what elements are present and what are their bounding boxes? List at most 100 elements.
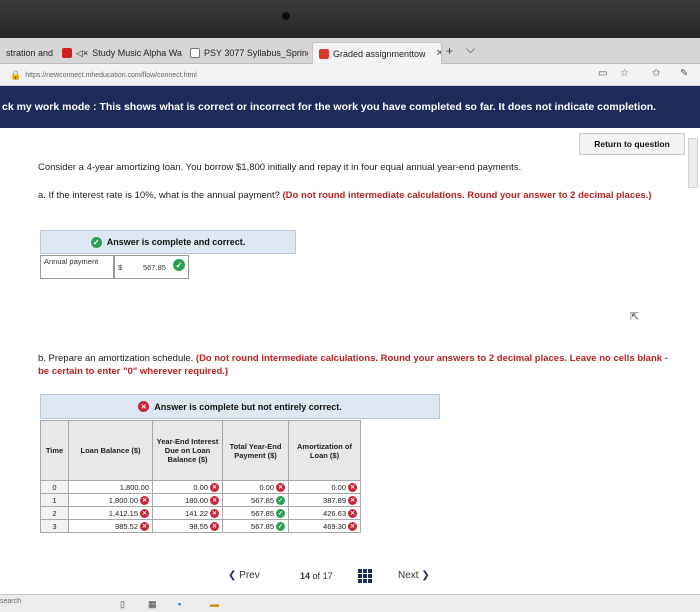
error-x-icon: ✕ [348,482,357,492]
error-x-icon: ✕ [140,508,149,518]
url-field[interactable]: 🔒 https://newconnect.mheducation.com/flo… [10,68,590,82]
payment-cell[interactable]: 567.85 ✓ [222,519,289,533]
return-to-question-button[interactable]: Return to question [579,133,685,155]
balance-cell[interactable]: 1,412.15 ✕ [68,506,153,520]
cell-content: 141.22 ✕ [185,508,219,518]
interest-cell[interactable]: 0.00 ✕ [152,480,223,494]
annual-payment-label: Annual payment [40,255,114,279]
annual-payment-input[interactable]: $ 567.85 ✓ [114,255,189,279]
part-a-status-text: Answer is complete and correct. [106,237,246,247]
tab-study-music[interactable]: ◁× Study Music Alpha Wav [56,42,182,64]
currency-symbol: $ [118,263,123,272]
close-tab-icon[interactable]: ✕ [436,48,441,59]
error-x-icon: ✕ [276,482,285,492]
reading-view-icon[interactable]: ▭ [598,68,607,79]
cell-content: 567.85 ✓ [251,495,285,505]
payment-cell[interactable]: 567.85 ✓ [222,506,289,520]
error-x-icon: ✕ [140,495,149,505]
part-a-status-box: ✓ Answer is complete and correct. [40,230,296,254]
doc-icon [190,48,200,58]
edge-icon[interactable]: ▪ [178,599,181,609]
error-x-icon: ✕ [210,508,219,518]
part-b-question: b. Prepare an amortization schedule. [38,353,194,364]
assignment-page: Return to question Consider a 4-year amo… [0,128,700,594]
screen-bezel [0,0,700,38]
check-circle-icon: ✓ [276,495,285,505]
next-button[interactable]: Next ❯ [398,570,430,581]
error-x-icon: ✕ [210,482,219,492]
header-payment: Total Year-End Payment ($) [222,420,289,481]
mheducation-icon [319,48,329,59]
pen-icon[interactable]: ✎ [680,68,688,79]
part-b-status-text: Answer is complete but not entirely corr… [154,401,342,412]
error-x-icon: ✕ [348,521,357,531]
taskbar-search[interactable]: search [0,598,36,610]
check-circle-icon: ✓ [173,259,185,271]
favorite-star-icon[interactable]: ☆ [620,68,629,79]
cell-content: 180.00 ✕ [185,495,219,505]
cell-value: 98.55 [189,521,208,531]
tab-label: Graded assignmenttow [333,48,426,59]
tab-graded-assignment[interactable]: Graded assignmenttow ✕ [312,42,442,64]
balance-cell[interactable]: 1,800.00 [68,480,153,494]
file-explorer-icon[interactable]: ▬ [210,599,219,609]
prev-button[interactable]: ❮ Prev [228,570,260,581]
payment-cell[interactable]: 567.85 ✓ [222,493,289,507]
calculator-icon[interactable]: ▦ [148,599,157,610]
tab-label: Study Music Alpha Wav [92,48,182,58]
cell-value: 0.00 [331,482,346,492]
browser-tab-bar: stration and U ◁× Study Music Alpha Wav … [0,38,700,64]
table-row: 2 1,412.15 ✕ 141.22 ✕ 567.85 ✓ 426.63 ✕ [40,506,361,520]
amortization-cell[interactable]: 387.89 ✕ [288,493,361,507]
chevron-right-icon: ❯ [421,570,430,581]
cell-value: 469.30 [323,521,346,531]
new-tab-button[interactable]: + [446,44,453,58]
time-cell: 2 [40,506,69,520]
address-bar: 🔒 https://newconnect.mheducation.com/flo… [0,64,700,86]
page-indicator: 14 of 17 [300,571,333,581]
header-interest: Year-End Interest Due on Loan Balance ($… [152,420,223,481]
cell-value: 567.85 [251,508,274,518]
check-circle-icon: ✓ [276,521,285,531]
interest-cell[interactable]: 180.00 ✕ [152,493,223,507]
cell-value: 567.85 [251,495,274,505]
check-circle-icon: ✓ [276,508,285,518]
cell-content: 985.52 ✕ [115,521,149,531]
amortization-cell[interactable]: 426.63 ✕ [288,506,361,520]
table-row: 3 985.52 ✕ 98.55 ✕ 567.85 ✓ 469.30 ✕ [40,519,361,533]
scrollbar[interactable] [688,138,698,188]
cell-content: 1,800.00 ✕ [109,495,149,505]
cell-content: 567.85 ✓ [251,521,285,531]
header-time: Time [40,420,69,481]
cell-value: 985.52 [115,521,138,531]
interest-cell[interactable]: 98.55 ✕ [152,519,223,533]
balance-cell[interactable]: 1,800.00 ✕ [68,493,153,507]
error-x-icon: ✕ [348,508,357,518]
header-amortization: Amortization of Loan ($) [288,420,361,481]
balance-cell[interactable]: 985.52 ✕ [68,519,153,533]
grid-view-icon[interactable] [358,569,372,583]
next-label: Next [398,570,419,581]
check-my-work-banner: ck my work mode : This shows what is cor… [0,86,700,128]
tab-stration[interactable]: stration and U [0,42,54,64]
cell-content: 469.30 ✕ [323,521,357,531]
speaker-icon: ◁× [76,47,89,58]
tab-menu-chevron-icon[interactable]: ⌵ [466,42,475,57]
error-x-icon: ✕ [348,495,357,505]
payment-cell[interactable]: 0.00 ✕ [222,480,289,494]
check-circle-icon: ✓ [90,236,102,248]
task-view-icon[interactable]: ▯ [120,599,125,610]
cell-value: 0.00 [193,482,208,492]
cell-value: 426.63 [323,508,346,518]
cell-content: 387.89 ✕ [323,495,357,505]
cell-value: 1,412.15 [108,508,138,518]
favorites-bar-icon[interactable]: ✩ [652,68,660,79]
interest-cell[interactable]: 141.22 ✕ [152,506,223,520]
tab-psy-syllabus[interactable]: PSY 3077 Syllabus_Spring 2 [184,42,308,64]
cell-content: 0.00 ✕ [331,482,357,492]
cell-value: 387.89 [323,495,346,505]
cell-content: 0.00 ✕ [259,482,285,492]
chevron-left-icon: ❮ [228,570,237,581]
amortization-cell[interactable]: 0.00 ✕ [288,480,361,494]
amortization-cell[interactable]: 469.30 ✕ [288,519,361,533]
